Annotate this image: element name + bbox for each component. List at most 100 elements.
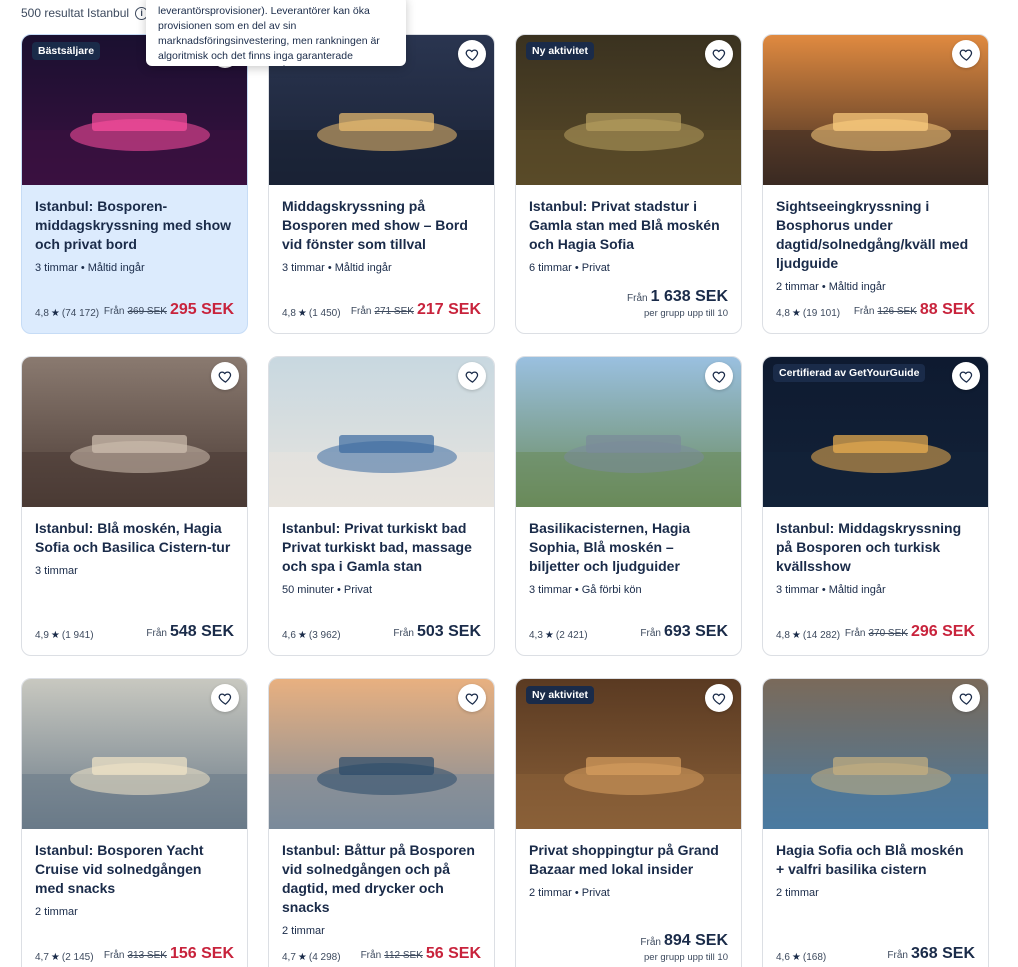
heart-icon bbox=[712, 371, 725, 383]
rating-value: 4,8 bbox=[282, 308, 296, 319]
price-amount: 88 SEK bbox=[919, 301, 975, 318]
activity-title[interactable]: Istanbul: Båttur på Bosporen vid solnedg… bbox=[282, 841, 481, 917]
price-amount: 1 638 SEK bbox=[650, 288, 728, 305]
price: Från 693 SEK bbox=[640, 623, 728, 641]
price-from-label: Från bbox=[146, 628, 167, 639]
wishlist-heart-button[interactable] bbox=[952, 40, 980, 68]
activity-card[interactable]: Ny aktivitet Privat shoppingtur på Grand … bbox=[515, 678, 742, 967]
rating-value: 4,9 bbox=[35, 630, 49, 641]
sunset-ferry-image[interactable] bbox=[763, 35, 988, 185]
yacht-harbor-image[interactable] bbox=[269, 679, 494, 829]
hagia-sofia-collage-image[interactable] bbox=[763, 679, 988, 829]
turkish-bath-image[interactable] bbox=[269, 357, 494, 507]
star-icon: ★ bbox=[50, 630, 60, 641]
card-footer: 4,8 ★ (1 450) Från 271 SEK 217 SEK bbox=[282, 301, 481, 319]
original-price: 126 SEK bbox=[877, 306, 917, 317]
price-from-label: Från bbox=[627, 293, 648, 304]
activity-meta: 6 timmar • Privat bbox=[529, 262, 610, 274]
activity-title[interactable]: Hagia Sofia och Blå moskén + valfri basi… bbox=[776, 841, 975, 879]
price-amount: 894 SEK bbox=[663, 932, 728, 949]
activity-title[interactable]: Istanbul: Bosporen-middagskryssning med … bbox=[35, 197, 234, 254]
price: Från 370 SEK 296 SEK bbox=[845, 623, 975, 641]
wishlist-heart-button[interactable] bbox=[705, 684, 733, 712]
activity-badge: Bästsäljare bbox=[32, 42, 101, 60]
heart-icon bbox=[218, 371, 231, 383]
review-count: (2 145) bbox=[61, 952, 94, 963]
wishlist-heart-button[interactable] bbox=[952, 684, 980, 712]
activity-badge: Certifierad av GetYourGuide bbox=[773, 364, 926, 382]
review-count: (1 941) bbox=[61, 630, 94, 641]
star-icon: ★ bbox=[297, 952, 307, 963]
activity-title[interactable]: Istanbul: Middagskryssning på Bosporen o… bbox=[776, 519, 975, 576]
rating: 4,8 ★ (14 282) bbox=[776, 630, 840, 641]
activity-title[interactable]: Sightseeingkryssning i Bosphorus under d… bbox=[776, 197, 975, 273]
rating: 4,7 ★ (4 298) bbox=[282, 952, 341, 963]
activity-meta: 2 timmar bbox=[776, 887, 819, 899]
price: Från 313 SEK 156 SEK bbox=[104, 945, 234, 963]
activity-title[interactable]: Istanbul: Blå moskén, Hagia Sofia och Ba… bbox=[35, 519, 234, 557]
rating: 4,9 ★ (1 941) bbox=[35, 630, 94, 641]
activity-card[interactable]: Istanbul: Båttur på Bosporen vid solnedg… bbox=[268, 678, 495, 967]
wishlist-heart-button[interactable] bbox=[211, 684, 239, 712]
wishlist-heart-button[interactable] bbox=[705, 362, 733, 390]
price-amount: 296 SEK bbox=[910, 623, 975, 640]
yacht-sunset-bridge-image[interactable] bbox=[22, 679, 247, 829]
rating-value: 4,8 bbox=[776, 630, 790, 641]
heart-icon bbox=[465, 371, 478, 383]
activity-card[interactable]: Istanbul: Bosporen Yacht Cruise vid soln… bbox=[21, 678, 248, 967]
wishlist-heart-button[interactable] bbox=[952, 362, 980, 390]
price: Från 548 SEK bbox=[146, 623, 234, 641]
rating: 4,7 ★ (2 145) bbox=[35, 952, 94, 963]
price-from-label: Från bbox=[393, 628, 414, 639]
activity-title[interactable]: Middagskryssning på Bosporen med show – … bbox=[282, 197, 481, 254]
activity-title[interactable]: Istanbul: Bosporen Yacht Cruise vid soln… bbox=[35, 841, 234, 898]
activity-meta: 3 timmar • Måltid ingår bbox=[35, 262, 145, 274]
review-count: (3 962) bbox=[308, 630, 341, 641]
heart-icon bbox=[712, 693, 725, 705]
review-count: (74 172) bbox=[61, 308, 100, 319]
activity-card[interactable]: Istanbul: Blå moskén, Hagia Sofia och Ba… bbox=[21, 356, 248, 656]
price-per-group: per grupp upp till 10 bbox=[644, 308, 728, 319]
wishlist-heart-button[interactable] bbox=[705, 40, 733, 68]
activity-card[interactable]: Hagia Sofia och Blå moskén + valfri basi… bbox=[762, 678, 989, 967]
card-footer: 4,8 ★ (19 101) Från 126 SEK 88 SEK bbox=[776, 301, 975, 319]
ranking-info-tooltip: leverantörsprovisioner). Leverantörer ka… bbox=[146, 0, 406, 66]
activity-title[interactable]: Istanbul: Privat turkiskt bad Privat tur… bbox=[282, 519, 481, 576]
activity-card[interactable]: Istanbul: Privat turkiskt bad Privat tur… bbox=[268, 356, 495, 656]
wishlist-heart-button[interactable] bbox=[458, 362, 486, 390]
wishlist-heart-button[interactable] bbox=[211, 362, 239, 390]
blue-mosque-aerial-image[interactable] bbox=[516, 357, 741, 507]
activity-card[interactable]: Sightseeingkryssning i Bosphorus under d… bbox=[762, 34, 989, 334]
activity-title[interactable]: Basilikacisternen, Hagia Sophia, Blå mos… bbox=[529, 519, 728, 576]
lit-cruise-ship-image[interactable]: Certifierad av GetYourGuide bbox=[763, 357, 988, 507]
wishlist-heart-button[interactable] bbox=[458, 40, 486, 68]
grand-bazaar-image[interactable]: Ny aktivitet bbox=[516, 679, 741, 829]
price-amount: 156 SEK bbox=[169, 945, 234, 962]
activity-card[interactable]: Basilikacisternen, Hagia Sophia, Blå mos… bbox=[515, 356, 742, 656]
heart-icon bbox=[465, 693, 478, 705]
activity-badge: Ny aktivitet bbox=[526, 686, 595, 704]
price-amount: 368 SEK bbox=[910, 945, 975, 962]
price-from-label: Från bbox=[853, 306, 875, 317]
heart-icon bbox=[959, 371, 972, 383]
star-icon: ★ bbox=[791, 630, 801, 641]
review-count: (4 298) bbox=[308, 952, 341, 963]
activity-meta: 2 timmar • Måltid ingår bbox=[776, 281, 886, 293]
activity-title[interactable]: Privat shoppingtur på Grand Bazaar med l… bbox=[529, 841, 728, 879]
rating-value: 4,3 bbox=[529, 630, 543, 641]
price: Från 271 SEK 217 SEK bbox=[351, 301, 481, 319]
activity-card[interactable]: Bästsäljare Istanbul: Bosporen-middagskry… bbox=[21, 34, 248, 334]
price-from-label: Från bbox=[640, 937, 661, 948]
price: Från 112 SEK 56 SEK bbox=[361, 945, 481, 963]
activity-title[interactable]: Istanbul: Privat stadstur i Gamla stan m… bbox=[529, 197, 728, 254]
wishlist-heart-button[interactable] bbox=[458, 684, 486, 712]
activity-card[interactable]: Middagskryssning på Bosporen med show – … bbox=[268, 34, 495, 334]
mosque-visitors-image[interactable] bbox=[22, 357, 247, 507]
medusa-head-cistern-image[interactable]: Ny aktivitet bbox=[516, 35, 741, 185]
price-amount: 295 SEK bbox=[169, 301, 234, 318]
activity-card[interactable]: Ny aktivitet Istanbul: Privat stadstur i … bbox=[515, 34, 742, 334]
price-amount: 548 SEK bbox=[169, 623, 234, 640]
price: Från 369 SEK 295 SEK bbox=[104, 301, 234, 319]
activity-card[interactable]: Certifierad av GetYourGuide Istanbul: Mid… bbox=[762, 356, 989, 656]
star-icon: ★ bbox=[791, 308, 801, 319]
